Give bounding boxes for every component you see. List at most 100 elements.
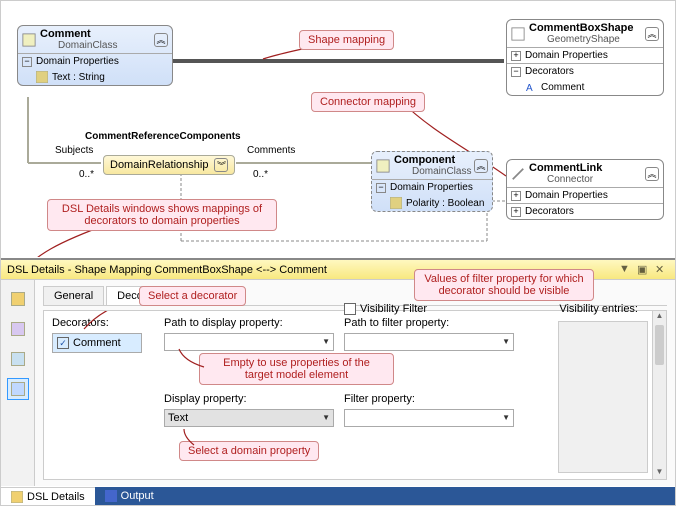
collapse-icon[interactable]: ︽ [474, 159, 488, 173]
output-icon [105, 490, 117, 502]
side-btn-3[interactable] [7, 348, 29, 370]
side-toolbar [1, 280, 35, 486]
property-text: Polarity : Boolean [406, 198, 484, 209]
plus-icon[interactable]: + [511, 207, 521, 217]
side-btn-1[interactable] [7, 288, 29, 310]
callout-connector-mapping: Connector mapping [311, 92, 425, 112]
close-icon[interactable]: ✕ [655, 263, 669, 277]
lbl-filter-property: Filter property: [344, 393, 514, 405]
section-label: Domain Properties [525, 190, 608, 201]
box-subtitle: GeometryShape [547, 34, 634, 45]
decorators-section[interactable]: − Decorators [507, 63, 663, 79]
property-item[interactable]: Polarity : Boolean [372, 195, 492, 211]
minus-icon[interactable]: − [22, 57, 32, 67]
box-title: Comment [40, 28, 91, 40]
side-btn-4[interactable] [7, 378, 29, 400]
minus-icon[interactable]: − [376, 183, 386, 193]
tab-label: Output [121, 490, 154, 502]
display-property-select[interactable]: Text [164, 409, 334, 427]
decorator-text: Comment [541, 82, 584, 93]
callout-values-filter: Values of filter property for which deco… [414, 269, 594, 301]
callout-empty-props: Empty to use properties of the target mo… [199, 353, 394, 385]
box-subtitle: DomainClass [412, 166, 471, 177]
path-filter-input[interactable] [344, 333, 514, 351]
domainrelationship-box[interactable]: DomainRelationship ︾ [103, 155, 235, 175]
class-icon [22, 33, 36, 47]
comment-domainclass-box[interactable]: Comment DomainClass ︽ − Domain Propertie… [17, 25, 173, 86]
box-subtitle: Connector [547, 174, 602, 185]
relationship-label: DomainRelationship [110, 159, 208, 171]
checkbox-unchecked-icon[interactable] [344, 303, 356, 315]
decorator-name: Comment [73, 337, 121, 349]
section-label: Domain Properties [525, 50, 608, 61]
dsl-details-window: DSL Details - Shape Mapping CommentBoxSh… [1, 258, 675, 486]
text-decorator-icon: A [525, 81, 537, 93]
scroll-thumb[interactable] [655, 325, 664, 365]
filter-property-select[interactable] [344, 409, 514, 427]
tab-general[interactable]: General [43, 286, 104, 305]
box-title: CommentLink [529, 162, 602, 174]
shape-icon [511, 27, 525, 41]
dropdown-icon[interactable]: ▼ [619, 263, 633, 277]
dsl-details-icon [11, 491, 23, 503]
collapse-icon[interactable]: ︽ [645, 167, 659, 181]
mult-left: 0..* [79, 169, 94, 180]
box-title: Component [394, 154, 455, 166]
tab-dsl-details[interactable]: DSL Details [1, 487, 95, 505]
decorator-item[interactable]: A Comment [507, 79, 663, 95]
connector-icon [511, 167, 525, 181]
section-label: Decorators [525, 66, 574, 77]
dsl-main: General Decorator Maps Decorators: ✓ Com… [35, 280, 675, 486]
svg-text:A: A [526, 83, 533, 93]
property-icon [36, 71, 48, 83]
plus-icon[interactable]: + [511, 191, 521, 201]
scroll-up-icon[interactable]: ▲ [653, 311, 666, 323]
commentboxshape-box[interactable]: CommentBoxShape GeometryShape ︽ + Domain… [506, 19, 664, 96]
expand-icon[interactable]: ︾ [214, 158, 228, 172]
checkbox-checked-icon[interactable]: ✓ [57, 337, 69, 349]
callout-select-domain-prop: Select a domain property [179, 441, 319, 461]
display-property-value: Text [168, 412, 188, 424]
collapse-icon[interactable]: ︽ [645, 27, 659, 41]
lbl-visibility-entries: Visibility entries: [559, 303, 638, 315]
scrollbar-vertical[interactable]: ▲ ▼ [652, 311, 666, 479]
box-subtitle: DomainClass [58, 40, 117, 51]
section-label: Domain Properties [390, 182, 473, 193]
side-btn-2[interactable] [7, 318, 29, 340]
path-display-input[interactable] [164, 333, 334, 351]
class-icon [376, 159, 390, 173]
domain-properties-section[interactable]: + Domain Properties [507, 47, 663, 63]
scroll-down-icon[interactable]: ▼ [653, 467, 666, 479]
property-text: Text : String [52, 72, 105, 83]
minus-icon[interactable]: − [511, 67, 521, 77]
relationship-heading: CommentReferenceComponents [85, 131, 241, 142]
section-label: Domain Properties [36, 56, 119, 67]
callout-select-decorator: Select a decorator [139, 286, 246, 306]
visibility-entries-list[interactable] [558, 321, 648, 473]
component-domainclass-box[interactable]: Component DomainClass ︽ − Domain Propert… [371, 151, 493, 212]
collapse-icon[interactable]: ︽ [154, 33, 168, 47]
section-label: Decorators [525, 206, 574, 217]
property-icon [390, 197, 402, 209]
lbl-visibility-filter: Visibility Filter [360, 303, 427, 315]
form-area: Decorators: ✓ Comment Path to display pr… [43, 310, 667, 480]
callout-shape-mapping: Shape mapping [299, 30, 394, 50]
callout-dsl-details-desc: DSL Details windows shows mappings of de… [47, 199, 277, 231]
bottom-bar: DSL Details Output [1, 487, 675, 505]
tab-label: DSL Details [27, 491, 85, 503]
diagram-canvas[interactable]: Comment DomainClass ︽ − Domain Propertie… [1, 1, 675, 257]
domain-properties-section[interactable]: − Domain Properties [372, 179, 492, 195]
decorator-list-item[interactable]: ✓ Comment [52, 333, 142, 353]
domain-properties-section[interactable]: − Domain Properties [18, 53, 172, 69]
mult-right: 0..* [253, 169, 268, 180]
box-title: CommentBoxShape [529, 22, 634, 34]
pin-icon[interactable]: ▣ [637, 263, 651, 277]
dsl-title: DSL Details - Shape Mapping CommentBoxSh… [7, 264, 327, 276]
domain-properties-section[interactable]: + Domain Properties [507, 187, 663, 203]
tab-output[interactable]: Output [95, 487, 164, 505]
property-item[interactable]: Text : String [18, 69, 172, 85]
role-comments: Comments [247, 145, 295, 156]
decorators-section[interactable]: + Decorators [507, 203, 663, 219]
plus-icon[interactable]: + [511, 51, 521, 61]
commentlink-box[interactable]: CommentLink Connector ︽ + Domain Propert… [506, 159, 664, 220]
